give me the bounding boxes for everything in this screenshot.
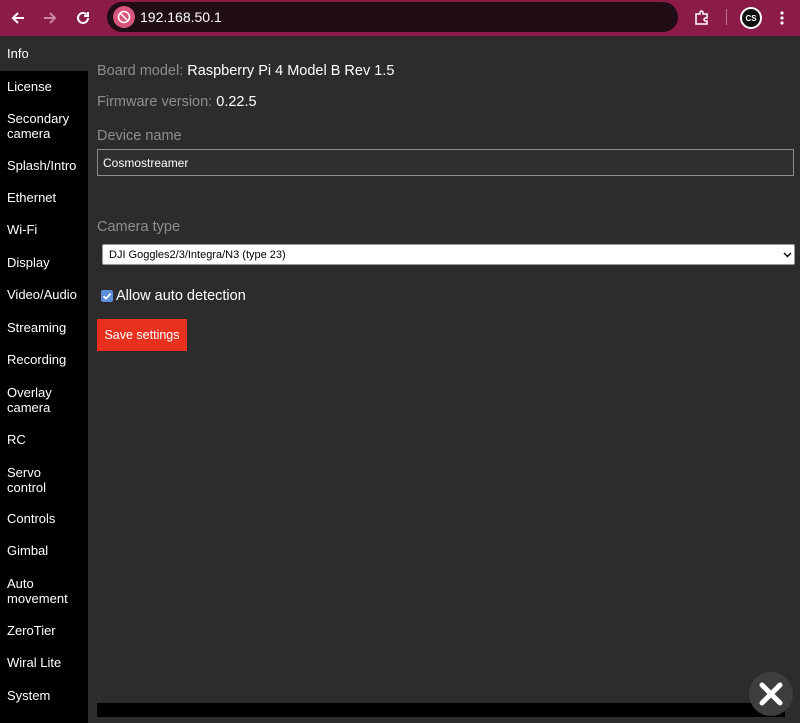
sidebar-item-license[interactable]: License	[0, 79, 88, 95]
sidebar-item-splash-intro[interactable]: Splash/Intro	[0, 158, 88, 174]
profile-initials: CS	[742, 9, 760, 27]
board-model-value: Raspberry Pi 4 Model B Rev 1.5	[187, 63, 395, 79]
auto-detection-label[interactable]: Allow auto detection	[116, 288, 246, 304]
sidebar-item-streaming[interactable]: Streaming	[0, 320, 88, 336]
camera-type-select[interactable]: DJI Goggles2/3/Integra/N3 (type 23)	[102, 244, 795, 265]
sidebar-item-video-audio[interactable]: Video/Audio	[0, 287, 88, 303]
board-model-row: Board model: Raspberry Pi 4 Model B Rev …	[97, 63, 394, 79]
back-arrow-icon[interactable]	[6, 6, 30, 30]
main-content: Board model: Raspberry Pi 4 Model B Rev …	[88, 37, 800, 723]
camera-type-label: Camera type	[97, 219, 181, 235]
sidebar-item-servo-control[interactable]: Servo control	[0, 465, 70, 495]
sidebar: Info License Secondary camera Splash/Int…	[0, 37, 88, 723]
sidebar-item-overlay-camera[interactable]: Overlay camera	[0, 385, 70, 415]
sidebar-item-info[interactable]: Info	[0, 37, 88, 71]
sidebar-item-auto-movement[interactable]: Auto movement	[0, 576, 80, 606]
sidebar-item-secondary-camera[interactable]: Secondary camera	[0, 111, 80, 141]
device-name-label: Device name	[97, 128, 182, 144]
firmware-row: Firmware version: 0.22.5	[97, 94, 257, 110]
sidebar-item-recording[interactable]: Recording	[0, 352, 88, 368]
sidebar-item-rc[interactable]: RC	[0, 432, 88, 448]
sidebar-item-system[interactable]: System	[0, 688, 88, 704]
site-info-icon[interactable]	[113, 6, 135, 28]
sidebar-item-gimbal[interactable]: Gimbal	[0, 543, 88, 559]
checkmark-icon	[102, 292, 112, 300]
firmware-label: Firmware version:	[97, 94, 213, 110]
profile-avatar[interactable]: CS	[740, 7, 762, 29]
save-settings-button[interactable]: Save settings	[97, 319, 187, 351]
kebab-menu-icon[interactable]	[770, 6, 794, 30]
device-name-field[interactable]: Cosmostreamer	[97, 149, 794, 176]
forward-arrow-icon[interactable]	[38, 6, 62, 30]
address-bar[interactable]: 192.168.50.1	[107, 2, 678, 32]
chevron-down-icon	[783, 250, 792, 262]
board-model-label: Board model:	[97, 63, 184, 79]
close-icon[interactable]	[749, 672, 793, 716]
bottom-bar	[97, 703, 785, 717]
sidebar-item-wiral-lite[interactable]: Wiral Lite	[0, 655, 88, 671]
browser-toolbar: 192.168.50.1 CS	[0, 0, 800, 36]
auto-detection-checkbox[interactable]	[101, 290, 113, 302]
extensions-icon[interactable]	[690, 6, 714, 30]
firmware-value: 0.22.5	[216, 94, 257, 110]
sidebar-item-ethernet[interactable]: Ethernet	[0, 190, 88, 206]
url-text[interactable]: 192.168.50.1	[140, 9, 222, 25]
sidebar-item-wifi[interactable]: Wi-Fi	[0, 222, 88, 238]
sidebar-item-controls[interactable]: Controls	[0, 511, 88, 527]
sidebar-item-display[interactable]: Display	[0, 255, 88, 271]
reload-icon[interactable]	[71, 6, 95, 30]
sidebar-item-zerotier[interactable]: ZeroTier	[0, 623, 88, 639]
toolbar-divider	[726, 9, 727, 25]
camera-type-selected: DJI Goggles2/3/Integra/N3 (type 23)	[109, 249, 286, 261]
